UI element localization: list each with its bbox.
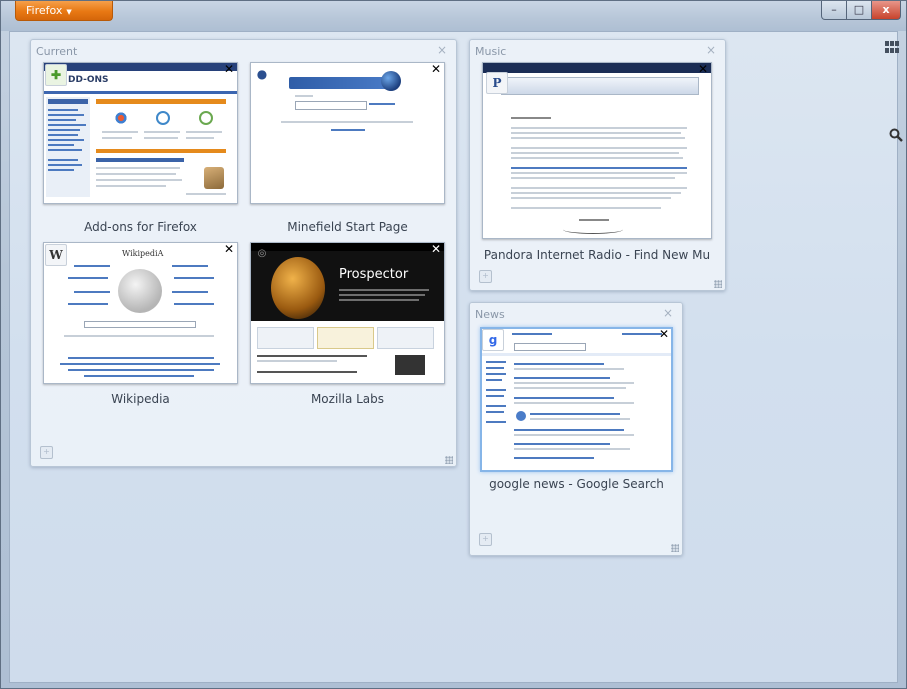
new-tab-icon[interactable]: + bbox=[479, 533, 492, 546]
search-icon[interactable] bbox=[889, 127, 905, 143]
chevron-down-icon: ▼ bbox=[66, 8, 72, 16]
title-bar: Firefox ▼ – □ x bbox=[1, 1, 906, 31]
tab-google-news[interactable]: g ✕ google news - Google Search bbox=[480, 327, 673, 497]
tab-title: Add-ons for Firefox bbox=[84, 220, 197, 234]
tab-pandora[interactable]: P ✕ Pandora Internet Radio - Find New Mu bbox=[482, 62, 712, 262]
tab-title: Minefield Start Page bbox=[287, 220, 408, 234]
firefox-window: Firefox ▼ – □ x Current × DD-ONS ✚ ✕ Add… bbox=[0, 0, 907, 689]
close-tab-icon[interactable]: ✕ bbox=[431, 63, 441, 75]
tab-addons[interactable]: DD-ONS ✚ ✕ Add-ons for Firefox bbox=[43, 62, 238, 234]
close-tab-icon[interactable]: ✕ bbox=[224, 243, 234, 255]
tab-mozilla-labs[interactable]: Prospector ◎ ✕ Mozilla Labs bbox=[250, 242, 445, 414]
prospector-heading: Prospector bbox=[339, 267, 409, 282]
labs-icon: ◎ bbox=[257, 248, 267, 259]
addons-heading: DD-ONS bbox=[68, 75, 109, 85]
resize-handle-icon[interactable] bbox=[445, 456, 453, 464]
resize-handle-icon[interactable] bbox=[714, 280, 722, 288]
group-title[interactable]: Music bbox=[475, 45, 506, 58]
tab-thumbnail[interactable] bbox=[250, 62, 445, 204]
globe-icon: ● bbox=[256, 67, 268, 81]
resize-handle-icon[interactable] bbox=[671, 544, 679, 552]
firefox-menu-button[interactable]: Firefox ▼ bbox=[15, 1, 113, 21]
tab-title: google news - Google Search bbox=[489, 477, 664, 491]
close-window-button[interactable]: x bbox=[871, 1, 901, 20]
tab-title: Mozilla Labs bbox=[310, 392, 385, 406]
tab-title: Pandora Internet Radio - Find New Mu bbox=[483, 248, 711, 262]
tab-thumbnail[interactable]: Prospector bbox=[250, 242, 445, 384]
groups-icon[interactable] bbox=[885, 41, 899, 53]
tab-minefield[interactable]: ● ✕ Minefield Start Page bbox=[250, 62, 445, 234]
close-tab-icon[interactable]: ✕ bbox=[431, 243, 441, 255]
wikipedia-icon: W bbox=[45, 244, 67, 266]
tab-thumbnail[interactable] bbox=[482, 62, 712, 239]
new-tab-icon[interactable]: + bbox=[40, 446, 53, 459]
tab-group-news[interactable]: News × g ✕ google news - Google Search + bbox=[469, 302, 683, 556]
close-group-icon[interactable]: × bbox=[437, 43, 447, 57]
minimize-button[interactable]: – bbox=[821, 1, 847, 20]
tab-thumbnail[interactable]: DD-ONS bbox=[43, 62, 238, 204]
tab-thumbnail[interactable]: WikipediA bbox=[43, 242, 238, 384]
close-group-icon[interactable]: × bbox=[663, 306, 673, 320]
tab-group-current[interactable]: Current × DD-ONS ✚ ✕ Add-ons for Firefox… bbox=[30, 39, 457, 467]
google-icon: g bbox=[482, 329, 504, 351]
tab-wikipedia[interactable]: WikipediA W ✕ Wikipedia bbox=[43, 242, 238, 414]
close-tab-icon[interactable]: ✕ bbox=[659, 328, 669, 340]
pandora-icon: P bbox=[486, 72, 508, 94]
puzzle-icon: ✚ bbox=[45, 64, 67, 86]
close-group-icon[interactable]: × bbox=[706, 43, 716, 57]
new-tab-icon[interactable]: + bbox=[479, 270, 492, 283]
close-tab-icon[interactable]: ✕ bbox=[698, 63, 708, 75]
maximize-button[interactable]: □ bbox=[846, 1, 872, 20]
group-title[interactable]: Current bbox=[36, 45, 77, 58]
close-tab-icon[interactable]: ✕ bbox=[224, 63, 234, 75]
wikipedia-heading: WikipediA bbox=[122, 249, 164, 258]
firefox-menu-label: Firefox bbox=[26, 4, 63, 17]
tab-title: Wikipedia bbox=[111, 392, 170, 406]
tab-groups-canvas[interactable]: Current × DD-ONS ✚ ✕ Add-ons for Firefox… bbox=[9, 31, 898, 683]
group-title[interactable]: News bbox=[475, 308, 505, 321]
tab-group-music[interactable]: Music × P ✕ Pandora Internet Radio - Fin… bbox=[469, 39, 726, 291]
tab-thumbnail[interactable] bbox=[480, 327, 673, 472]
